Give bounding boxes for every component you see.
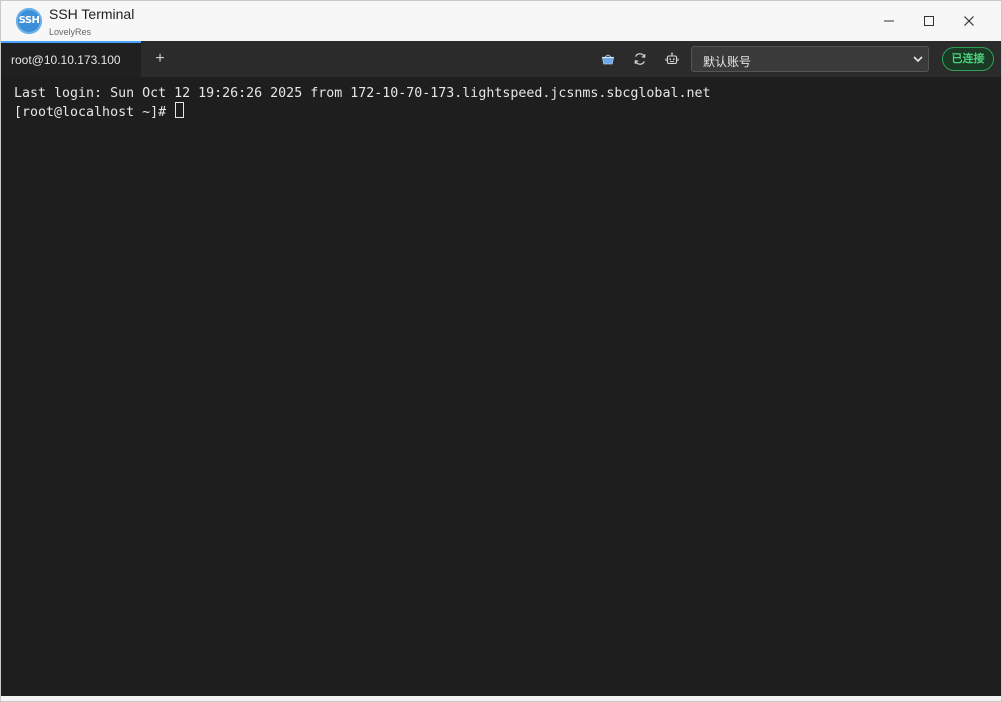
terminal-cursor [175, 102, 185, 118]
add-tab-button[interactable]: + [150, 49, 170, 69]
robot-button[interactable] [663, 50, 681, 68]
app-subtitle: LovelyRes [49, 27, 92, 37]
close-button[interactable] [949, 1, 989, 41]
ssh-terminal-window: SSH SSH Terminal LovelyRes root@10.10.17… [0, 0, 1002, 702]
account-select-value: 默认账号 [703, 55, 752, 69]
connection-status-badge: 已连接 [942, 47, 994, 71]
app-title: SSH Terminal [49, 6, 135, 22]
refresh-icon [634, 53, 646, 65]
chevron-down-icon [913, 56, 923, 63]
maximize-icon [924, 16, 934, 26]
refresh-button[interactable] [631, 50, 649, 68]
app-logo-icon: SSH [16, 8, 42, 34]
terminal-prompt-line: [root@localhost ~]# [14, 102, 185, 121]
account-select[interactable]: 默认账号 [691, 46, 929, 72]
window-bottom-edge [1, 696, 1001, 701]
terminal-line: Last login: Sun Oct 12 19:26:26 2025 fro… [14, 86, 711, 101]
basket-icon [602, 54, 614, 65]
close-icon [964, 16, 974, 26]
maximize-button[interactable] [909, 1, 949, 41]
robot-icon [665, 52, 679, 65]
minimize-icon [884, 20, 894, 22]
tab-session[interactable]: root@10.10.173.100 [1, 41, 141, 77]
title-bar[interactable]: SSH SSH Terminal LovelyRes [1, 1, 1001, 41]
tab-session-label: root@10.10.173.100 [11, 53, 121, 67]
tab-toolbar: root@10.10.173.100 + 默认账号 已连接 [1, 41, 1001, 77]
terminal-prompt: [root@localhost ~]# [14, 105, 175, 120]
minimize-button[interactable] [869, 1, 909, 41]
basket-button[interactable] [599, 50, 617, 68]
terminal-output[interactable]: Last login: Sun Oct 12 19:26:26 2025 fro… [1, 77, 1001, 696]
